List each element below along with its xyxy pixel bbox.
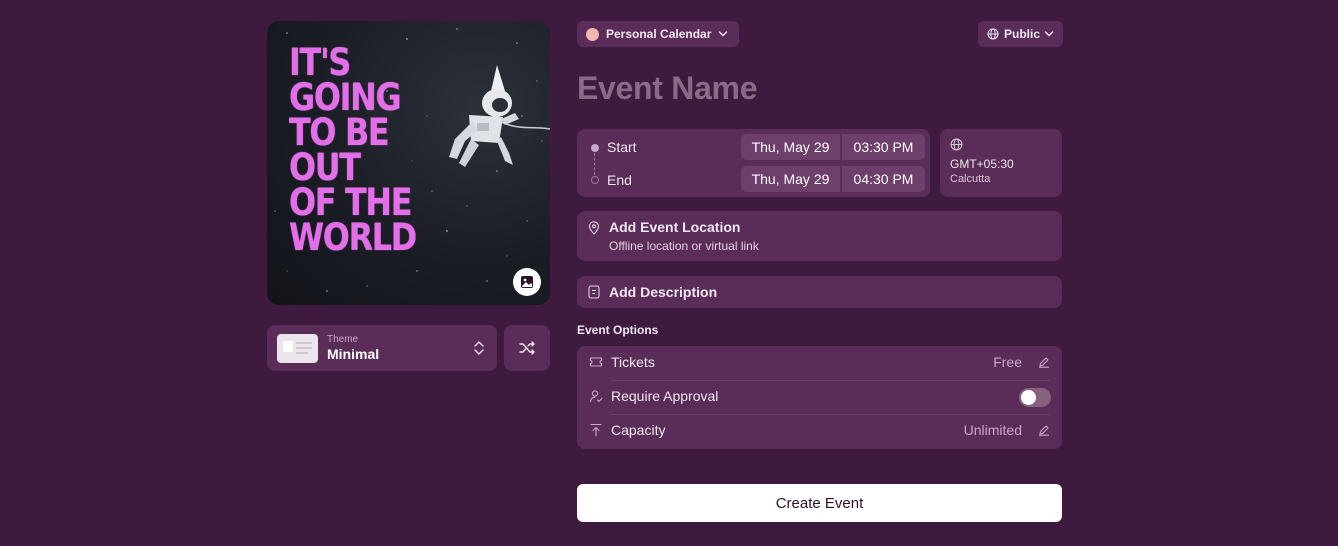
- capacity-option[interactable]: Capacity Unlimited: [577, 414, 1062, 448]
- start-dot: [591, 144, 599, 152]
- chevron-down-icon: [1044, 31, 1054, 37]
- capacity-value: Unlimited: [963, 422, 1022, 438]
- user-check-icon: [589, 390, 603, 403]
- theme-thumbnail: [277, 333, 318, 363]
- globe-icon: [987, 28, 999, 40]
- event-location-field[interactable]: Add Event Location Offline location or v…: [577, 211, 1062, 261]
- location-title: Add Event Location: [609, 219, 741, 235]
- timezone-selector[interactable]: GMT+05:30 Calcutta: [940, 129, 1062, 197]
- calendar-color-dot: [586, 27, 599, 41]
- tickets-label: Tickets: [611, 354, 655, 370]
- visibility-selector[interactable]: Public: [978, 21, 1063, 47]
- capacity-icon: [590, 423, 602, 437]
- end-date-picker[interactable]: Thu, May 29: [741, 166, 840, 192]
- date-time-panel: Start End Thu, May 29 03:30 PM Thu, May …: [577, 129, 930, 197]
- timezone-city: Calcutta: [950, 173, 991, 185]
- astronaut-illustration: [449, 65, 550, 167]
- event-options-heading: Event Options: [577, 323, 659, 337]
- start-date-picker[interactable]: Thu, May 29: [741, 134, 840, 160]
- cover-image[interactable]: IT'S GOING TO BE OUT OF THE WORLD: [267, 21, 550, 305]
- event-name-input[interactable]: Event Name: [577, 70, 758, 107]
- tickets-option[interactable]: Tickets Free: [577, 346, 1062, 380]
- chevron-down-icon: [719, 31, 728, 37]
- theme-name: Minimal: [327, 345, 380, 362]
- location-pin-icon: [588, 221, 600, 235]
- approval-label: Require Approval: [611, 388, 719, 404]
- event-description-field[interactable]: Add Description: [577, 276, 1062, 308]
- start-time-picker[interactable]: 03:30 PM: [842, 134, 925, 160]
- capacity-label: Capacity: [611, 422, 666, 438]
- shuffle-icon: [519, 341, 535, 355]
- image-icon: [521, 276, 533, 288]
- pencil-icon[interactable]: [1038, 424, 1050, 436]
- pencil-icon[interactable]: [1038, 356, 1050, 368]
- location-subtitle: Offline location or virtual link: [609, 239, 759, 253]
- start-label: Start: [607, 139, 637, 155]
- timezone-offset: GMT+05:30: [950, 157, 1014, 171]
- theme-caption: Theme: [327, 333, 359, 345]
- document-icon: [588, 285, 600, 299]
- create-event-button[interactable]: Create Event: [577, 484, 1062, 522]
- cover-headline: IT'S GOING TO BE OUT OF THE WORLD: [289, 41, 417, 259]
- calendar-selector[interactable]: Personal Calendar: [577, 21, 739, 47]
- event-options-panel: Tickets Free Require Approval Capacity U…: [577, 346, 1062, 449]
- end-time-picker[interactable]: 04:30 PM: [842, 166, 925, 192]
- require-approval-option: Require Approval: [577, 380, 1062, 414]
- calendar-label: Personal Calendar: [606, 27, 712, 41]
- description-title: Add Description: [609, 284, 718, 300]
- timeline-connector: [594, 153, 595, 175]
- toggle-knob: [1021, 390, 1036, 405]
- visibility-label: Public: [1004, 27, 1041, 41]
- approval-toggle[interactable]: [1019, 388, 1051, 407]
- change-image-button[interactable]: [513, 268, 541, 296]
- theme-selector[interactable]: Theme Minimal: [267, 325, 497, 371]
- chevron-up-down-icon: [474, 341, 484, 355]
- end-dot: [591, 176, 599, 184]
- end-label: End: [607, 172, 632, 188]
- globe-icon: [950, 138, 963, 151]
- ticket-icon: [589, 357, 603, 367]
- shuffle-theme-button[interactable]: [504, 325, 550, 371]
- tickets-value: Free: [993, 354, 1022, 370]
